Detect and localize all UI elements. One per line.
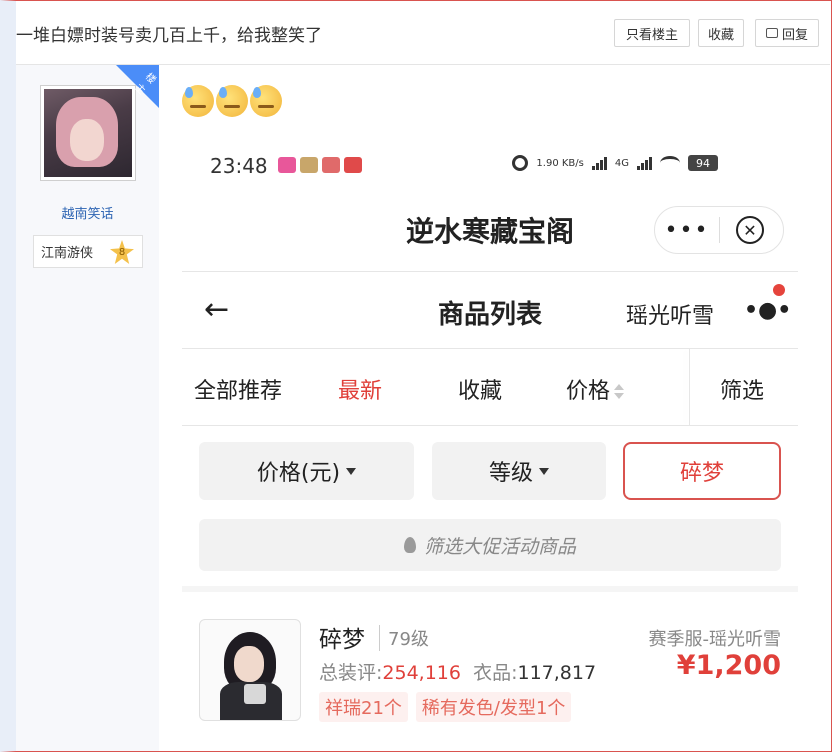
net-speed: 1.90 KB/s [536,157,584,169]
item-price: ¥1,200 [676,650,781,681]
app-icon [322,157,340,173]
tab-latest[interactable]: 最新 [338,373,382,405]
author-rank: 江南游侠 8 [33,235,143,268]
close-icon[interactable]: ✕ [736,216,764,244]
post-header: 一堆白嫖时装号卖几百上千，给我整笑了 只看楼主 收藏 回复 [16,1,830,65]
embedded-screenshot[interactable]: 23:48 1.90 KB/s 4G 94 逆水寒藏宝阁 ••• ✕ ← 商品列… [182,140,798,751]
only-op-button[interactable]: 只看楼主 [614,19,690,47]
clothes-label: 衣品: [473,662,518,684]
reply-label: 回复 [781,27,808,43]
battery-icon: 94 [688,155,718,171]
sweat-emoji-icon [250,85,282,117]
status-time: 23:48 [210,154,268,178]
network-type: 4G [614,157,629,169]
divider [182,425,798,426]
sweat-emoji-icon [216,85,248,117]
post-content: 23:48 1.90 KB/s 4G 94 逆水寒藏宝阁 ••• ✕ ← 商品列… [160,65,830,751]
more-menu-icon[interactable]: •●• [744,298,791,323]
signal-icon [637,156,652,170]
nav-bar: ← 商品列表 瑶光听雪 •●• [182,272,798,348]
app-icon [278,157,296,173]
level-star-icon: 8 [110,240,134,264]
item-tag: 祥瑞21个 [319,692,408,722]
notification-dot [773,284,785,296]
app-notification-icons [278,157,362,173]
price-filter-chip[interactable]: 价格(元) [199,442,414,500]
mini-program-capsule: ••• ✕ [654,206,784,254]
level-filter-label: 等级 [488,461,533,486]
rank-label: 江南游侠 [41,246,94,261]
sort-icon [614,382,625,402]
reply-button[interactable]: 回复 [755,19,819,47]
tab-filter[interactable]: 筛选 [720,373,764,405]
list-item[interactable]: 碎梦 79级 赛季服-瑶光听雪 总装评:254,116 衣品:117,817 ¥… [182,592,798,751]
app-icon [344,157,362,173]
item-server: 赛季服-瑶光听雪 [648,629,782,650]
tab-price-label: 价格 [566,379,611,404]
wifi-icon [660,156,680,170]
level-number: 8 [118,246,126,258]
clothes-value: 117,817 [517,662,597,684]
emoji-row [182,85,282,117]
item-thumbnail [199,619,301,721]
item-level: 79级 [379,625,429,651]
signal-icon [591,156,607,170]
item-stats: 总装评:254,116 衣品:117,817 [319,658,596,685]
score-label: 总装评: [319,662,383,684]
alarm-icon [512,155,529,171]
dropdown-icon [346,467,357,475]
score-value: 254,116 [382,662,461,684]
item-name: 碎梦 [319,627,365,653]
author-sidebar: 楼主 越南笑话 江南游侠 8 [16,65,159,751]
post-title: 一堆白嫖时装号卖几百上千，给我整笑了 [16,26,322,46]
item-tags: 祥瑞21个 稀有发色/发型1个 [319,692,572,722]
class-filter-chip[interactable]: 碎梦 [623,442,781,500]
promo-filter-button[interactable]: 筛选大促活动商品 [199,519,781,571]
favorite-button[interactable]: 收藏 [698,19,744,47]
phone-status-bar: 23:48 1.90 KB/s 4G 94 [182,140,798,190]
more-button[interactable]: ••• [655,218,719,243]
tab-price[interactable]: 价格 [566,373,625,405]
sweat-emoji-icon [182,85,214,117]
promo-label: 筛选大促活动商品 [423,535,576,558]
sort-tabs: 全部推荐 最新 收藏 价格 筛选 [182,349,798,425]
item-tag: 稀有发色/发型1个 [415,692,572,722]
server-name[interactable]: 瑶光听雪 [626,298,714,330]
author-name[interactable]: 越南笑话 [16,203,159,222]
tab-all-recommended[interactable]: 全部推荐 [194,373,282,405]
price-filter-label: 价格(元) [256,461,341,486]
dropdown-icon [539,467,549,475]
fire-icon [403,537,416,553]
status-right: 1.90 KB/s 4G 94 [512,155,718,171]
level-filter-chip[interactable]: 等级 [432,442,606,500]
app-icon [300,157,318,173]
tab-favorites[interactable]: 收藏 [458,373,502,405]
reply-icon [765,28,778,38]
